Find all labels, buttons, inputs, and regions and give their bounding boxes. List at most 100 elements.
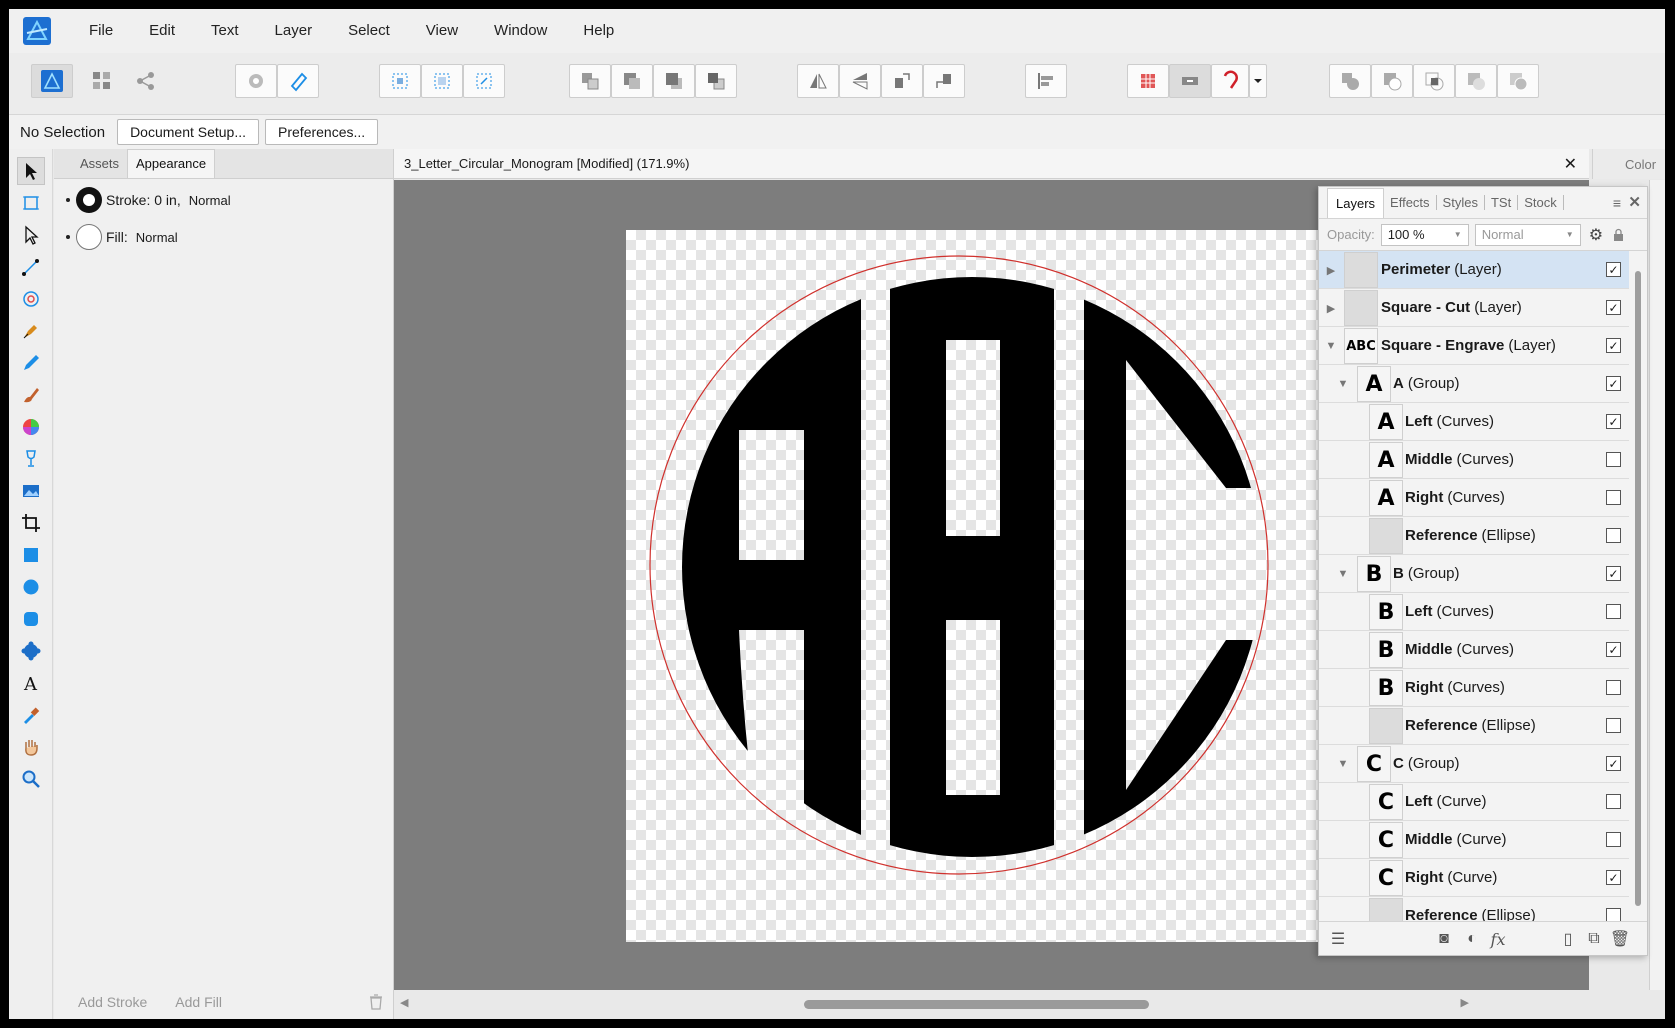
collapse-arrow-icon[interactable]: ▼ [1337,378,1349,390]
layer-row[interactable]: Reference (Ellipse) [1319,517,1629,555]
layers-scroll-thumb[interactable] [1635,271,1641,906]
layer-row[interactable]: ▶ Square - Cut (Layer) ✓ [1319,289,1629,327]
ellipse-tool[interactable] [17,573,45,601]
boolean-divide-button[interactable] [1497,64,1539,98]
layer-row[interactable]: A Middle (Curves) [1319,441,1629,479]
boolean-add-button[interactable] [1329,64,1371,98]
scroll-left-icon[interactable]: ◀ [400,996,408,1009]
layer-visibility-checkbox[interactable]: ✓ [1606,262,1621,277]
snap-objects-button[interactable] [1169,64,1211,98]
menu-file[interactable]: File [71,9,131,53]
collapse-arrow-icon[interactable]: ▼ [1325,340,1337,352]
arrange-front-button[interactable] [695,64,737,98]
snapping-button[interactable] [277,64,319,98]
layer-visibility-checkbox[interactable] [1606,680,1621,695]
panel-menu-icon[interactable]: ≡ [1613,195,1621,211]
pixel-persona-button[interactable] [81,64,123,98]
artboard-tool[interactable] [17,189,45,217]
tab-assets[interactable]: Assets [72,156,127,178]
snap-grid-button[interactable] [1127,64,1169,98]
letter-b-shape[interactable] [890,230,1054,942]
view-tool[interactable] [17,733,45,761]
crop-tool[interactable] [17,509,45,537]
fill-row[interactable]: Fill: Normal [66,224,178,250]
snapping-toggle-button[interactable] [1211,64,1249,98]
layer-visibility-checkbox[interactable]: ✓ [1606,338,1621,353]
layer-row[interactable]: C Left (Curve) [1319,783,1629,821]
menu-window[interactable]: Window [476,9,565,53]
boolean-subtract-button[interactable] [1371,64,1413,98]
pencil-tool[interactable] [17,349,45,377]
collapse-arrow-icon[interactable]: ▼ [1337,568,1349,580]
fill-swatch[interactable] [76,224,102,250]
rotate-left-button[interactable] [881,64,923,98]
pen-tool[interactable] [17,317,45,345]
layer-row[interactable]: B Middle (Curves) ✓ [1319,631,1629,669]
layer-visibility-checkbox[interactable] [1606,832,1621,847]
layers-vertical-scrollbar[interactable] [1633,251,1643,921]
transform-box-button[interactable] [463,64,505,98]
letter-a-shape[interactable] [626,230,861,942]
fill-tool[interactable] [17,413,45,441]
layer-row[interactable]: C Right (Curve) ✓ [1319,859,1629,897]
layer-visibility-checkbox[interactable]: ✓ [1606,376,1621,391]
tab-color[interactable]: Color [1592,149,1665,179]
opacity-dropdown[interactable]: 100 % ▼ [1380,223,1469,246]
stroke-swatch[interactable] [76,187,102,213]
blend-mode-dropdown[interactable]: Normal ▼ [1474,223,1581,246]
place-image-tool[interactable] [17,477,45,505]
contour-tool[interactable] [17,285,45,313]
document-setup-button[interactable]: Document Setup... [117,119,260,145]
layer-row[interactable]: Reference (Ellipse) [1319,707,1629,745]
tab-styles[interactable]: Styles [1437,195,1485,210]
tab-tst[interactable]: TSt [1485,195,1519,210]
layer-visibility-checkbox[interactable]: ✓ [1606,414,1621,429]
tab-stock[interactable]: Stock [1518,195,1564,210]
menu-help[interactable]: Help [565,9,632,53]
snapping-dropdown-button[interactable] [1249,64,1267,98]
artboard[interactable] [626,230,1326,942]
move-tool[interactable] [17,157,45,185]
tab-layers[interactable]: Layers [1327,187,1385,218]
layer-visibility-checkbox[interactable] [1606,604,1621,619]
collapse-arrow-icon[interactable]: ▼ [1337,758,1349,770]
layer-row[interactable]: B Right (Curves) [1319,669,1629,707]
adjustment-icon[interactable]: ◐ [1463,930,1481,948]
affinity-designer-logo-icon[interactable] [23,17,51,45]
add-stroke-button[interactable]: Add Stroke [78,994,147,1010]
export-persona-button[interactable] [125,64,167,98]
add-fill-button[interactable]: Add Fill [175,994,222,1010]
layer-visibility-checkbox[interactable]: ✓ [1606,300,1621,315]
layer-row[interactable]: ▼ A A (Group) ✓ [1319,365,1629,403]
layer-visibility-checkbox[interactable] [1606,490,1621,505]
node-tool[interactable] [17,221,45,249]
layer-visibility-checkbox[interactable] [1606,718,1621,733]
add-layer-icon[interactable]: ▯ [1559,930,1577,948]
boolean-intersect-button[interactable] [1413,64,1455,98]
expand-arrow-icon[interactable]: ▶ [1325,302,1337,315]
layer-list[interactable]: ▶ Perimeter (Layer) ✓ ▶ Square - Cut (Layer) ✓ ▼… [1319,251,1629,921]
document-tab[interactable]: 3_Letter_Circular_Monogram [Modified] (1… [394,149,1589,179]
close-document-button[interactable]: ✕ [1564,154,1577,174]
layer-row[interactable]: C Middle (Curve) [1319,821,1629,859]
flip-vertical-button[interactable] [839,64,881,98]
layer-row[interactable]: ▼ ABC Square - Engrave (Layer) ✓ [1319,327,1629,365]
layer-row[interactable]: ▼ B B (Group) ✓ [1319,555,1629,593]
layer-visibility-checkbox[interactable] [1606,452,1621,467]
layer-row[interactable]: ▼ C C (Group) ✓ [1319,745,1629,783]
gear-icon[interactable]: ⚙ [1589,225,1603,245]
rotate-right-button[interactable] [923,64,965,98]
arrange-forward-button[interactable] [653,64,695,98]
arrange-back-button[interactable] [569,64,611,98]
lock-icon[interactable] [1613,228,1624,242]
layer-visibility-checkbox[interactable]: ✓ [1606,566,1621,581]
layer-visibility-checkbox[interactable] [1606,794,1621,809]
shape-tool[interactable] [17,637,45,665]
scroll-right-icon[interactable]: ▶ [1461,996,1469,1009]
trash-icon[interactable] [369,994,383,1010]
layer-visibility-checkbox[interactable] [1606,908,1621,921]
menu-text[interactable]: Text [193,9,257,53]
layer-row[interactable]: ▶ Perimeter (Layer) ✓ [1319,251,1629,289]
expand-arrow-icon[interactable]: ▶ [1325,264,1337,277]
delete-layer-icon[interactable]: 🗑 [1610,930,1630,948]
